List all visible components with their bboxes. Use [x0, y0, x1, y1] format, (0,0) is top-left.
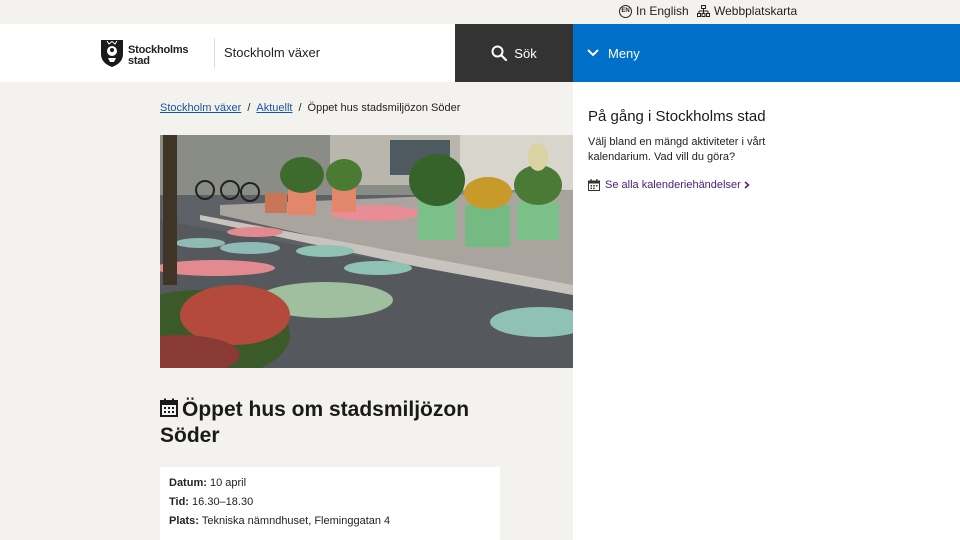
event-date: Datum: 10 april — [169, 477, 491, 490]
event-place: Plats: Tekniska nämndhuset, Fleminggatan… — [169, 515, 491, 528]
all-calendar-events-link[interactable]: Se alla kalenderiehändelser — [588, 179, 750, 191]
utility-bar: EN In English Webbplatskarta — [0, 0, 960, 24]
english-label: In English — [636, 4, 689, 18]
breadcrumb-separator: / — [298, 102, 302, 114]
time-label: Tid: — [169, 496, 189, 508]
chevron-right-icon — [744, 181, 750, 189]
breadcrumb-item-stockholm-vaxer[interactable]: Stockholm växer — [160, 102, 241, 114]
breadcrumb-item-aktuellt[interactable]: Aktuellt — [256, 102, 292, 114]
date-value: 10 april — [209, 477, 247, 489]
menu-button[interactable]: Meny — [573, 24, 960, 82]
aside-link-label: Se alla kalenderiehändelser — [605, 179, 741, 191]
calendar-aside: På gång i Stockholms stad Välj bland en … — [573, 82, 960, 540]
sitemap-link[interactable]: Webbplatskarta — [697, 4, 797, 18]
menu-label: Meny — [608, 45, 640, 61]
header-divider — [214, 38, 215, 68]
hero-image — [160, 135, 573, 368]
article-title-wrap: Öppet hus om stadsmiljözon Söder — [160, 397, 500, 448]
breadcrumb: Stockholm växer / Aktuellt / Öppet hus s… — [160, 102, 460, 114]
sitemap-icon — [697, 5, 710, 17]
english-link[interactable]: EN In English — [619, 4, 689, 18]
event-time: Tid: 16.30–18.30 — [169, 496, 491, 509]
place-label: Plats: — [169, 515, 199, 527]
sitemap-label: Webbplatskarta — [714, 4, 798, 18]
date-label: Datum: — [169, 477, 207, 489]
chevron-down-icon — [587, 49, 599, 57]
aside-text: Välj bland en mängd aktiviteter i vårt k… — [588, 136, 766, 163]
search-label: Sök — [514, 45, 537, 61]
breadcrumb-separator: / — [247, 102, 251, 114]
language-icon: EN — [619, 4, 632, 18]
calendar-icon — [160, 398, 178, 423]
breadcrumb-current: Öppet hus stadsmiljözon Söder — [307, 102, 461, 114]
search-icon — [491, 45, 508, 61]
title-line-2: Söder — [160, 424, 220, 447]
site-name-link[interactable]: Stockholm växer — [224, 45, 320, 60]
page-title: Öppet hus om stadsmiljözon Söder — [160, 397, 500, 448]
logo-line-1: Stockholms — [128, 43, 189, 56]
stockholm-logo[interactable]: Stockholms stad — [100, 38, 189, 73]
aside-title: På gång i Stockholms stad — [588, 108, 766, 125]
city-crest-icon — [100, 38, 124, 73]
title-line-1: Öppet hus om stadsmiljözon — [182, 398, 470, 421]
calendar-small-icon — [588, 179, 600, 191]
search-button[interactable]: Sök — [455, 24, 573, 82]
time-value: 16.30–18.30 — [192, 496, 254, 508]
site-header: Stockholms stad Stockholm växer Sök Meny — [0, 24, 960, 82]
event-info-box: Datum: 10 april Tid: 16.30–18.30 Plats: … — [160, 467, 500, 540]
logo-line-2: stad — [128, 54, 150, 67]
place-value: Tekniska nämndhuset, Fleminggatan 4 — [201, 515, 391, 527]
